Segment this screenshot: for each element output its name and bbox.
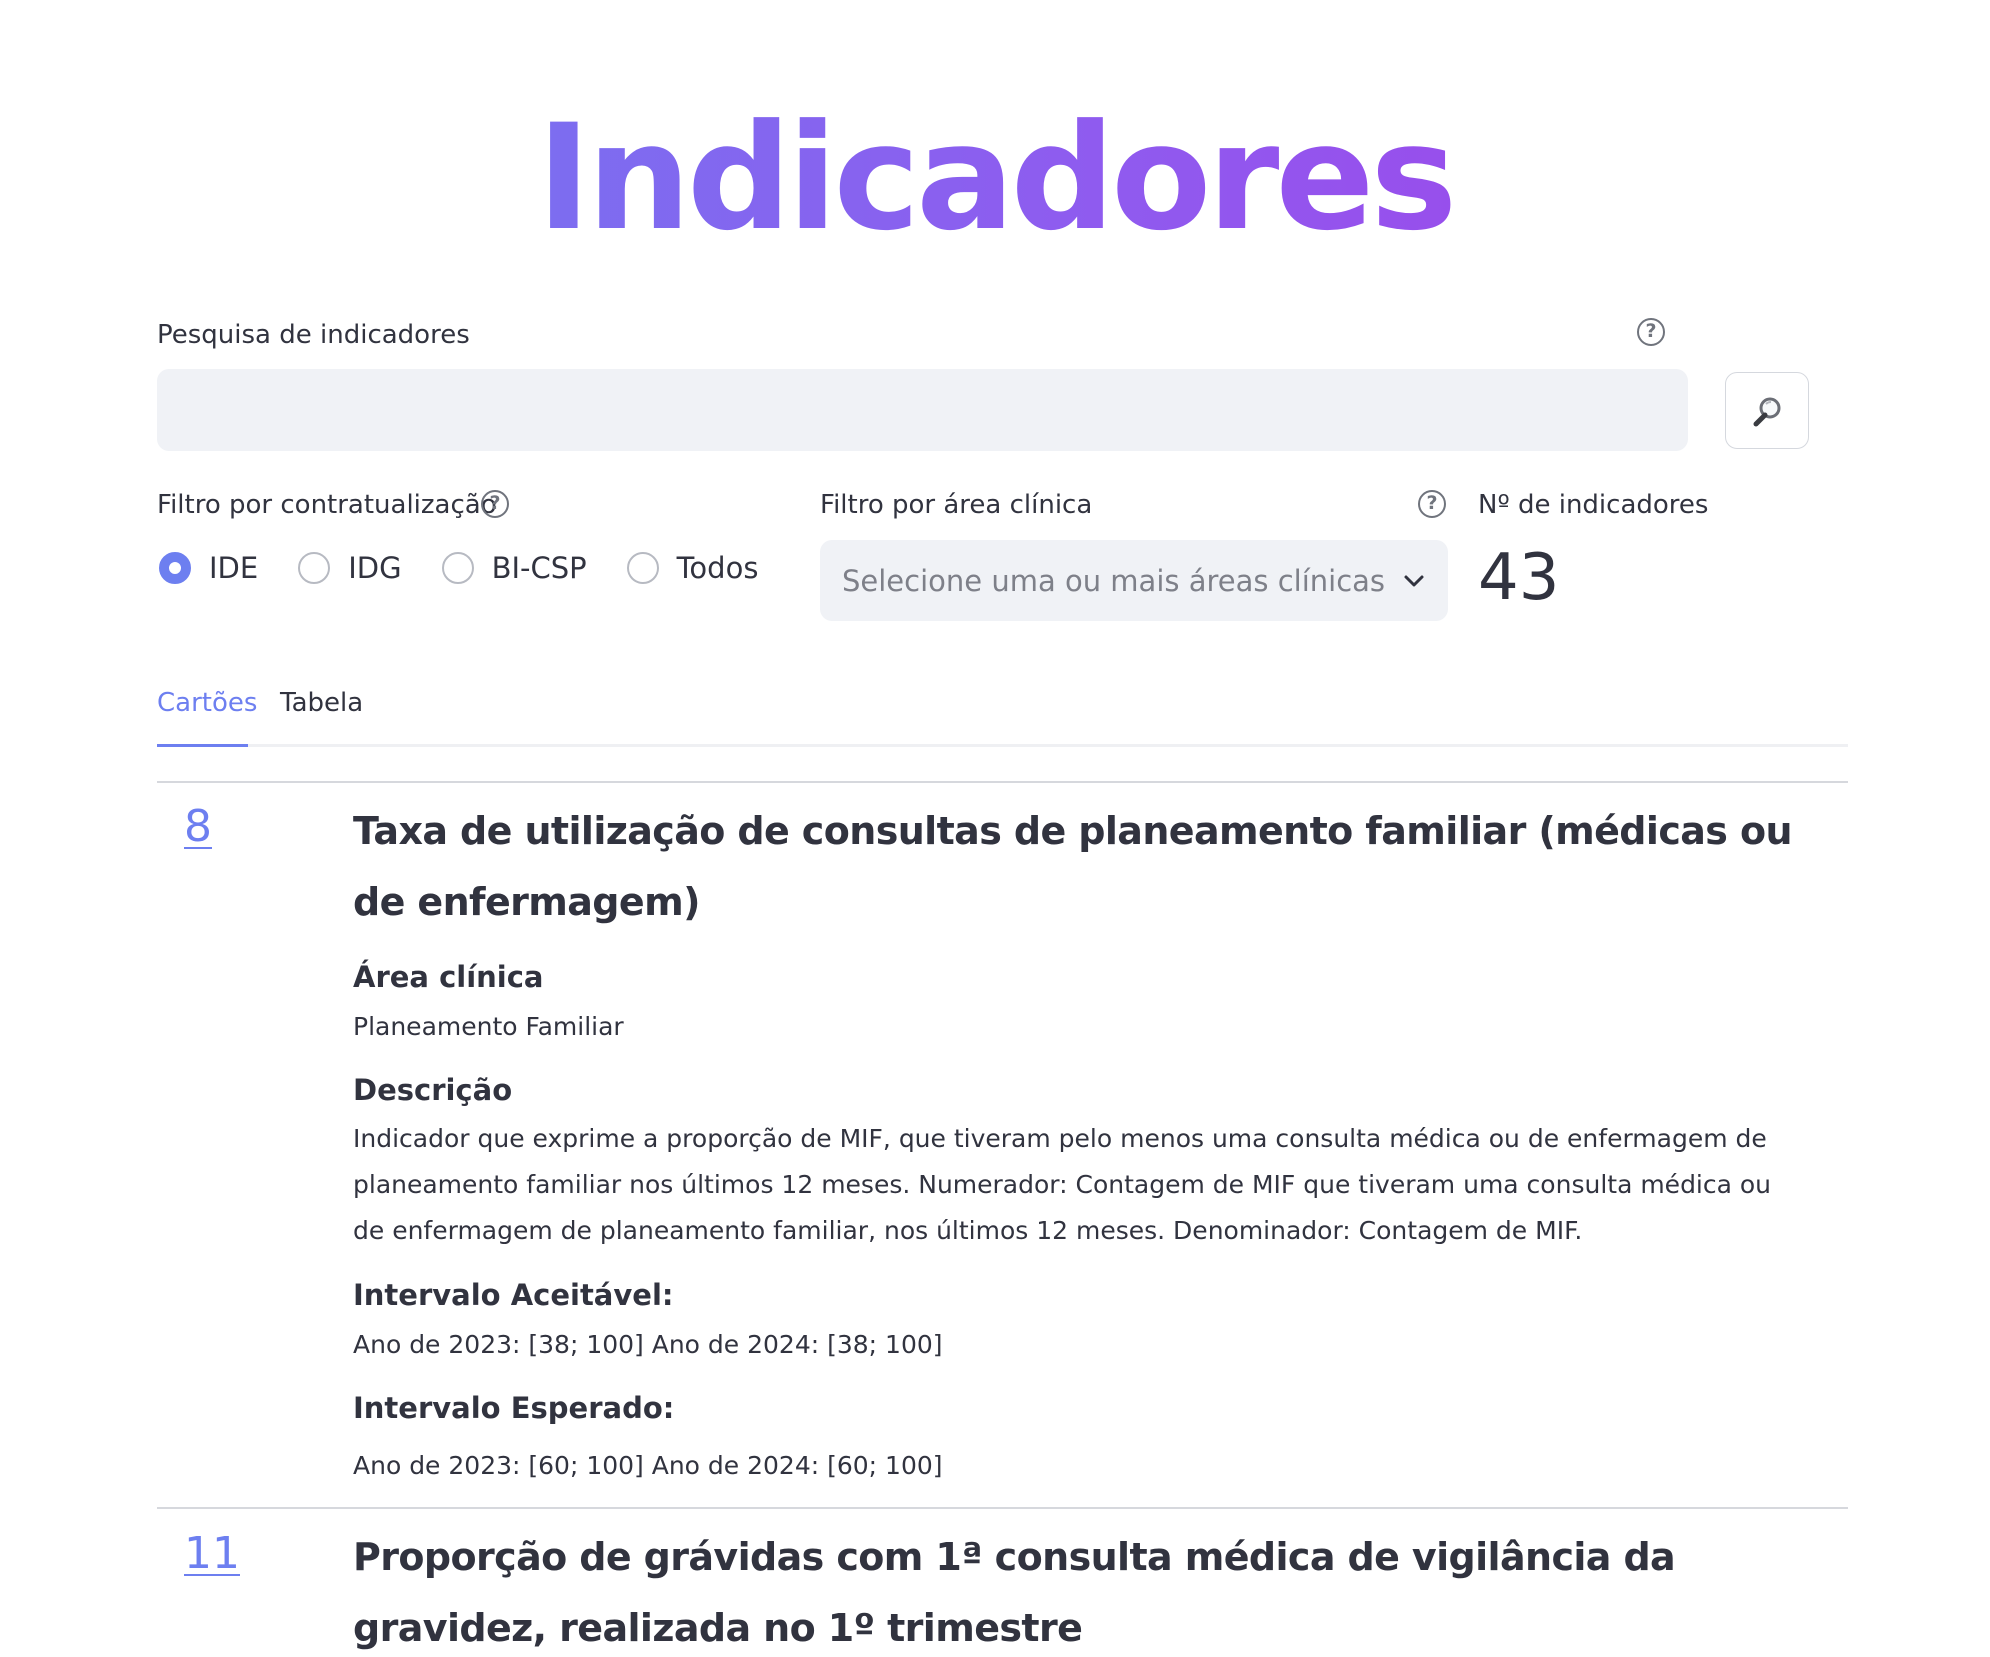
acceptable-heading: Intervalo Aceitável: — [353, 1278, 674, 1312]
radio-todos[interactable]: Todos — [626, 551, 759, 585]
radio-idg[interactable]: IDG — [298, 551, 402, 585]
card-divider — [157, 1507, 1848, 1509]
acceptable-value: Ano de 2023: [38; 100] Ano de 2024: [38;… — [353, 1330, 943, 1359]
radio-label: IDE — [209, 551, 259, 585]
tab-active-indicator — [157, 744, 248, 747]
tab-rule — [157, 744, 1848, 747]
card-title: Taxa de utilização de consultas de plane… — [353, 809, 1793, 924]
expected-value: Ano de 2023: [60; 100] Ano de 2024: [60;… — [353, 1451, 943, 1480]
contract-filter-label: Filtro por contratualização — [157, 490, 497, 520]
contract-help-icon[interactable]: ? — [481, 490, 509, 518]
area-heading: Área clínica — [353, 960, 544, 994]
search-button[interactable] — [1725, 372, 1809, 449]
description-heading: Descrição — [353, 1073, 513, 1107]
chevron-down-icon — [1404, 575, 1424, 586]
radio-label: BI-CSP — [491, 551, 587, 585]
page: Indicadores Pesquisa de indicadores ? Fi… — [0, 0, 1990, 1657]
page-title: Indicadores — [0, 105, 1990, 251]
area-filter-label: Filtro por área clínica — [820, 490, 1093, 520]
radio-bi-csp[interactable]: BI-CSP — [441, 551, 587, 585]
radio-ide[interactable]: IDE — [159, 551, 258, 585]
count-label: Nº de indicadores — [1478, 490, 1709, 520]
card-id-link[interactable]: 11 — [184, 1528, 240, 1579]
search-label: Pesquisa de indicadores — [157, 320, 470, 350]
area-select[interactable]: Selecione uma ou mais áreas clínicas — [820, 540, 1448, 621]
area-select-placeholder: Selecione uma ou mais áreas clínicas — [842, 563, 1386, 598]
count-value: 43 — [1478, 541, 1560, 615]
radio-label: Todos — [676, 551, 759, 585]
description-text: Indicador que exprime a proporção de MIF… — [353, 1124, 1772, 1245]
radio-button-selected[interactable] — [159, 552, 191, 584]
tab-cartoes[interactable]: Cartões — [157, 688, 257, 718]
radio-button[interactable] — [298, 552, 331, 584]
area-help-icon[interactable]: ? — [1418, 490, 1446, 518]
contract-radio-group: IDE IDG BI-CSP Todos — [159, 548, 798, 588]
radio-button[interactable] — [626, 552, 659, 584]
card-title: Proporção de grávidas com 1ª consulta mé… — [353, 1535, 1676, 1650]
magnifier-icon — [1753, 397, 1781, 427]
radio-label: IDG — [348, 551, 402, 585]
area-value: Planeamento Familiar — [353, 1012, 624, 1041]
search-help-icon[interactable]: ? — [1637, 318, 1665, 346]
card-divider — [157, 781, 1848, 783]
card-id-link[interactable]: 8 — [184, 801, 212, 852]
search-input[interactable] — [157, 369, 1688, 451]
tab-tabela[interactable]: Tabela — [280, 688, 363, 718]
radio-button[interactable] — [441, 552, 474, 584]
expected-heading: Intervalo Esperado: — [353, 1391, 675, 1425]
